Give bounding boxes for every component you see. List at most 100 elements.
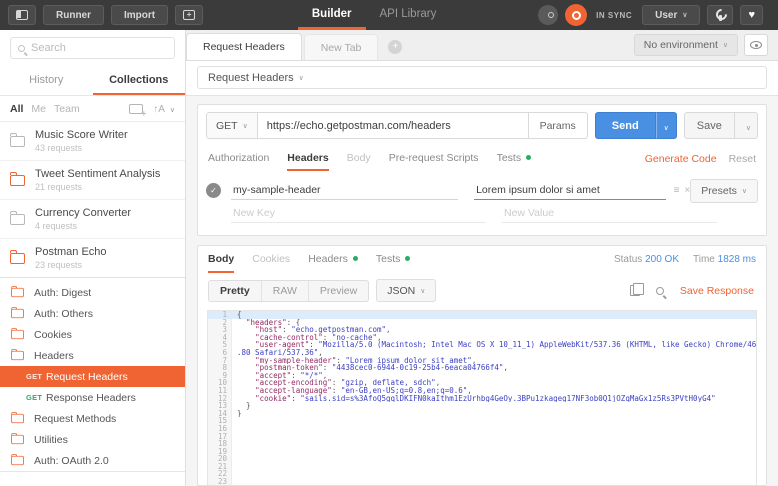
header-key-input[interactable]: my-sample-header [231, 181, 458, 200]
collection-item[interactable]: Tweet Sentiment Analysis21 requests [0, 161, 185, 200]
tree-folder-auth-digest[interactable]: Auth: Digest [0, 282, 185, 303]
presets-button[interactable]: Presets∨ [690, 179, 758, 203]
collection-count: 21 requests [35, 182, 160, 192]
response-body-editor[interactable]: 1{2 "headers": {3 "host": "echo.getpostm… [207, 310, 757, 485]
filter-all[interactable]: All [10, 103, 23, 115]
save-button[interactable]: Save [684, 112, 735, 139]
postman-app: Runner Import + Builder API Library IN S… [0, 0, 778, 486]
code-line: 4 "cache-control": "no-cache", [208, 334, 756, 342]
code-line: 2 "headers": { [208, 319, 756, 327]
view-raw[interactable]: RAW [262, 281, 309, 301]
workspace-tab-label: Request Headers [203, 41, 285, 53]
collection-item[interactable]: Postman Echo23 requests [0, 239, 185, 278]
tree-request-response-headers[interactable]: GETResponse Headers [0, 387, 185, 408]
workspace-tabstrip: Request Headers New Tab + No environment… [186, 30, 778, 61]
method-select[interactable]: GET∨ [206, 112, 258, 139]
environment-quicklook-button[interactable] [744, 34, 768, 56]
collection-item[interactable]: Music Score Writer43 requests [0, 122, 185, 161]
reorder-handle-icon[interactable]: ≡ [674, 185, 680, 196]
format-select[interactable]: JSON∨ [376, 279, 436, 302]
workspace-tab-label: New Tab [321, 42, 362, 54]
tree-folder-request-methods[interactable]: Request Methods [0, 408, 185, 429]
tab-pre-request-scripts[interactable]: Pre-request Scripts [389, 146, 479, 171]
view-preview[interactable]: Preview [309, 281, 368, 301]
tab-api-library[interactable]: API Library [366, 0, 451, 30]
chevron-down-icon: ∨ [742, 187, 747, 195]
user-menu-button[interactable]: User∨ [642, 5, 700, 25]
tree-folder-headers[interactable]: Headers [0, 345, 185, 366]
tree-folder-auth-others[interactable]: Auth: Others [0, 303, 185, 324]
params-button[interactable]: Params [529, 112, 588, 139]
tab-response-body[interactable]: Body [208, 246, 234, 273]
sync-icon [572, 11, 581, 20]
code-line: 18 [208, 440, 756, 448]
heart-icon: ♥ [748, 10, 755, 21]
filter-team[interactable]: Team [54, 103, 80, 115]
tab-body[interactable]: Body [347, 146, 371, 171]
generate-code-link[interactable]: Generate Code [645, 153, 717, 165]
tree-request-request-headers[interactable]: GETRequest Headers [0, 366, 185, 387]
environment-select[interactable]: No environment∨ [634, 34, 738, 56]
new-collection-icon[interactable] [129, 104, 143, 114]
new-window-button[interactable]: + [175, 5, 203, 25]
collections-list: Music Score Writer43 requests Tweet Sent… [0, 122, 185, 278]
tree-folder-auth-oauth[interactable]: Auth: OAuth 2.0 [0, 450, 185, 471]
sort-icon[interactable]: ↑A∨ [153, 104, 175, 115]
favorites-button[interactable]: ♥ [740, 5, 763, 25]
tree-folder-cookies[interactable]: Cookies [0, 324, 185, 345]
tab-builder[interactable]: Builder [298, 0, 366, 30]
copy-icon[interactable] [630, 285, 640, 296]
sidebar-toggle-icon [16, 10, 28, 20]
add-tab-button[interactable]: + [388, 40, 402, 54]
header-value-input[interactable]: Lorem ipsum dolor si amet [474, 181, 666, 200]
code-line: 21 [208, 463, 756, 471]
workspace-tab-request-headers[interactable]: Request Headers [186, 33, 302, 60]
import-button[interactable]: Import [111, 5, 168, 25]
response-code: 1{2 "headers": {3 "host": "echo.getpostm… [208, 311, 756, 485]
main-panel: Request Headers New Tab + No environment… [186, 30, 778, 486]
green-dot-icon [353, 256, 358, 261]
reset-link[interactable]: Reset [729, 153, 756, 165]
send-button[interactable]: Send [595, 112, 656, 139]
tab-history[interactable]: History [0, 66, 93, 95]
tab-response-cookies[interactable]: Cookies [252, 246, 290, 273]
url-input[interactable]: https://echo.getpostman.com/headers [258, 112, 529, 139]
settings-button[interactable] [707, 5, 733, 25]
send-options-button[interactable]: ∨ [656, 112, 677, 139]
tree-folder-utilities[interactable]: Utilities [0, 429, 185, 450]
response-panel: Body Cookies Headers Tests Status 200 OK… [197, 245, 767, 486]
save-response-link[interactable]: Save Response [680, 285, 754, 297]
collection-item[interactable]: Currency Converter4 requests [0, 200, 185, 239]
tab-tests[interactable]: Tests [497, 146, 532, 171]
chevron-down-icon: ∨ [664, 125, 669, 132]
request-name-select[interactable]: Request Headers∨ [197, 66, 767, 89]
status-badge: Status 200 OK [614, 254, 679, 265]
tab-response-tests[interactable]: Tests [376, 246, 411, 273]
new-value-input[interactable]: New Value [502, 204, 717, 223]
save-options-button[interactable]: ∨ [735, 112, 758, 139]
code-line: 20 [208, 455, 756, 463]
line-number: 23 [208, 478, 232, 485]
search-body-icon[interactable] [656, 287, 664, 295]
tab-collections[interactable]: Collections [93, 66, 186, 95]
time-badge: Time 1828 ms [693, 254, 756, 265]
sidebar-toggle-button[interactable] [8, 5, 36, 25]
search-input[interactable]: Search [10, 37, 175, 59]
code-line: 12 "cookie": "sails.sid=s%3AfoQ5gqlDKIFN… [208, 395, 756, 403]
workspace-tab-new-tab[interactable]: New Tab [304, 34, 379, 60]
filter-me[interactable]: Me [31, 103, 46, 115]
row-enabled-checkbox[interactable]: ✓ [206, 183, 221, 198]
capture-button[interactable] [538, 5, 558, 25]
tab-headers[interactable]: Headers [287, 146, 328, 171]
folder-icon [11, 330, 24, 339]
folder-open-icon [11, 351, 24, 360]
user-menu-label: User [655, 10, 677, 21]
new-key-input[interactable]: New Key [231, 204, 486, 223]
tab-response-headers[interactable]: Headers [308, 246, 358, 273]
view-pretty[interactable]: Pretty [209, 281, 262, 301]
runner-button[interactable]: Runner [43, 5, 104, 25]
code-line: 16 [208, 425, 756, 433]
sync-button[interactable] [565, 4, 587, 26]
method-label: GET [216, 120, 238, 132]
tab-authorization[interactable]: Authorization [208, 146, 269, 171]
